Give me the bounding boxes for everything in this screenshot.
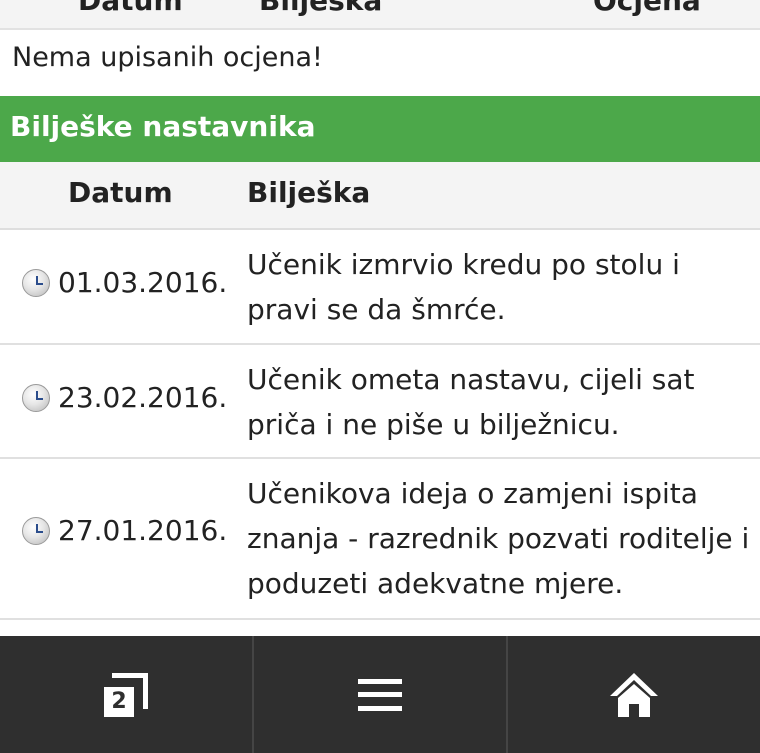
bottom-navigation-bar: 2 (0, 636, 760, 753)
note-date-text: 23.02.2016. (58, 381, 228, 414)
windows-button[interactable]: 2 (0, 636, 254, 753)
notes-table-header: Datum Bilješka (0, 162, 760, 230)
windows-icon: 2 (104, 672, 148, 717)
home-button[interactable] (508, 636, 760, 753)
home-icon (610, 672, 658, 717)
grades-header-note: Bilješka (259, 0, 383, 17)
grades-header-date: Datum (78, 0, 183, 17)
note-date: 01.03.2016. (22, 266, 227, 299)
clock-icon (22, 516, 50, 545)
clock-icon (22, 383, 50, 412)
note-text: Učenikova ideja o zamjeni ispita znanja … (247, 477, 750, 600)
note-date: 23.02.2016. (22, 381, 227, 414)
note-date-text: 01.03.2016. (58, 266, 228, 299)
menu-button[interactable] (254, 636, 508, 753)
grades-table-header: Datum Bilješka Ocjena (0, 0, 760, 30)
no-grades-message: Nema upisanih ocjena! (12, 42, 323, 73)
notes-header-note: Bilješka (247, 176, 371, 209)
note-date-text: 27.01.2016. (58, 514, 228, 547)
windows-count: 2 (104, 686, 134, 717)
table-row: 23.02.2016. Učenik ometa nastavu, cijeli… (0, 345, 760, 459)
note-date: 27.01.2016. (22, 514, 227, 547)
grades-header-grade: Ocjena (593, 0, 701, 17)
table-row: 01.03.2016. Učenik izmrvio kredu po stol… (0, 230, 760, 345)
clock-icon (22, 268, 50, 297)
notes-section-title: Bilješke nastavnika (0, 96, 760, 162)
note-text: Učenik izmrvio kredu po stolu i pravi se… (247, 248, 680, 326)
note-text: Učenik ometa nastavu, cijeli sat priča i… (247, 363, 695, 441)
menu-icon (358, 678, 402, 711)
table-row: 27.01.2016. Učenikova ideja o zamjeni is… (0, 459, 760, 620)
notes-header-date: Datum (68, 176, 173, 209)
